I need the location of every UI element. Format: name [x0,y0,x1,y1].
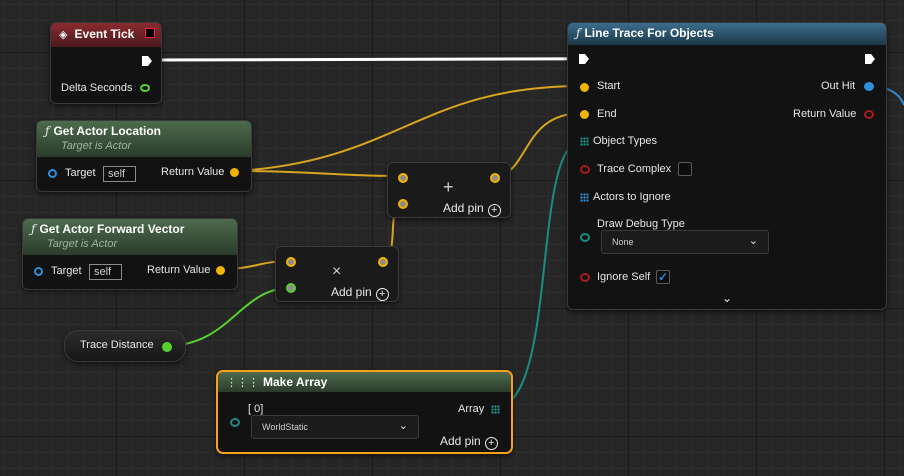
add-pin-icon: + [487,204,501,217]
add-pin-label: Add pin [443,201,484,215]
object-types-array-icon[interactable] [580,137,589,146]
ignore-self-label: Ignore Self [597,271,651,283]
out-hit-label: Out Hit [821,80,856,92]
return-value-pin[interactable] [230,168,239,177]
get-actor-forward-vector-subtitle: Target is Actor [47,238,118,250]
line-trace-title: Line Trace For Objects [584,26,714,40]
array-output-pin[interactable] [491,405,500,414]
return-value-pin[interactable] [216,266,225,275]
make-array-node[interactable]: ⋮⋮⋮ Make Array [ 0] WorldStatic ⌄ Array A… [216,370,513,454]
draw-debug-type-pin[interactable] [580,233,590,242]
get-actor-location-title: Get Actor Location [53,124,162,138]
line-trace-header: ƒ Line Trace For Objects [568,23,886,45]
get-actor-location-subtitle: Target is Actor [61,140,132,152]
return-value-label: Return Value [161,166,225,178]
target-pin[interactable] [34,267,43,276]
delta-seconds-label: Delta Seconds [61,82,133,94]
trace-distance-node[interactable]: Trace Distance [64,330,186,362]
make-array-header: ⋮⋮⋮ Make Array [218,372,511,392]
event-icon: ◈ [59,29,68,41]
trace-distance-label: Trace Distance [80,339,154,351]
actors-to-ignore-array-icon[interactable] [580,193,589,202]
multiply-input-b-pin[interactable] [286,283,296,293]
exec-out-pin[interactable] [864,53,876,65]
target-self-field[interactable]: self [89,264,122,280]
add-pin-icon: + [484,437,498,450]
add-output-pin[interactable] [490,173,500,183]
multiply-output-pin[interactable] [378,257,388,267]
trace-complex-pin[interactable] [580,165,590,174]
trace-complex-label: Trace Complex [597,163,672,175]
add-pin-label: Add pin [440,434,481,448]
trace-distance-pin[interactable] [162,342,172,352]
function-icon: ƒ [31,222,36,236]
get-actor-forward-vector-node[interactable]: ƒ Get Actor Forward Vector Target is Acto… [22,218,238,290]
get-actor-location-header: ƒ Get Actor Location Target is Actor [37,121,251,157]
add-input-b-pin[interactable] [398,199,408,209]
event-delegate-icon[interactable] [145,28,155,38]
event-tick-title: Event Tick [74,27,135,41]
array-element-value: WorldStatic [262,422,308,432]
start-label: Start [597,80,621,92]
array-index-label: [ 0] [248,403,264,415]
trace-complex-checkbox[interactable] [678,162,692,176]
ignore-self-pin[interactable] [580,273,590,282]
multiply-symbol: × [332,263,342,280]
get-actor-location-node[interactable]: ƒ Get Actor Location Target is Actor Targ… [36,120,252,192]
draw-debug-type-dropdown[interactable]: None ⌄ [601,230,769,254]
array-element-pin[interactable] [230,418,240,427]
get-actor-forward-vector-header: ƒ Get Actor Forward Vector Target is Acto… [23,219,237,255]
function-icon: ƒ [576,26,581,40]
array-element-dropdown[interactable]: WorldStatic ⌄ [251,415,419,439]
exec-in-pin[interactable] [578,53,590,65]
line-trace-for-objects-node[interactable]: ƒ Line Trace For Objects Start Out Hit En… [567,22,887,310]
event-tick-node[interactable]: ◈ Event Tick Delta Seconds [50,22,162,104]
add-pin-icon: + [375,288,389,301]
object-types-label: Object Types [593,135,657,147]
start-pin[interactable] [580,83,589,92]
end-label: End [597,108,617,120]
chevron-down-icon: ⌄ [398,420,408,432]
add-input-a-pin[interactable] [398,173,408,183]
multiply-vector-node[interactable]: × Add pin + [275,246,399,302]
chevron-down-icon: ⌄ [748,235,758,247]
draw-debug-type-label: Draw Debug Type [597,218,685,230]
exec-out-pin[interactable] [141,55,153,67]
out-hit-pin[interactable] [864,82,874,91]
get-actor-forward-vector-title: Get Actor Forward Vector [39,222,185,236]
make-array-title: Make Array [263,375,328,389]
wire-location-to-add [237,170,403,177]
return-value-pin[interactable] [864,110,874,119]
add-vector-node[interactable]: + Add pin + [387,162,511,218]
add-pin-button[interactable]: Add pin + [443,201,501,217]
actors-to-ignore-label: Actors to Ignore [593,191,671,203]
end-pin[interactable] [580,110,589,119]
target-self-field[interactable]: self [103,166,136,182]
draw-debug-type-value: None [612,237,634,247]
return-value-label: Return Value [147,264,211,276]
function-icon: ƒ [45,124,50,138]
ignore-self-checkbox[interactable]: ✓ [656,270,670,284]
make-array-icon: ⋮⋮⋮ [226,377,259,389]
return-value-label: Return Value [793,108,857,120]
add-pin-button[interactable]: Add pin + [440,434,498,450]
add-pin-label: Add pin [331,285,372,299]
expand-advanced-chevron-icon[interactable]: ⌄ [722,291,732,305]
multiply-input-a-pin[interactable] [286,257,296,267]
add-pin-button[interactable]: Add pin + [331,285,389,301]
target-pin[interactable] [48,169,57,178]
array-output-label: Array [458,403,485,415]
delta-seconds-pin[interactable] [140,84,150,92]
wire-location-to-start [237,85,584,172]
target-label: Target [51,265,82,277]
target-label: Target [65,167,96,179]
add-symbol: + [443,177,454,197]
